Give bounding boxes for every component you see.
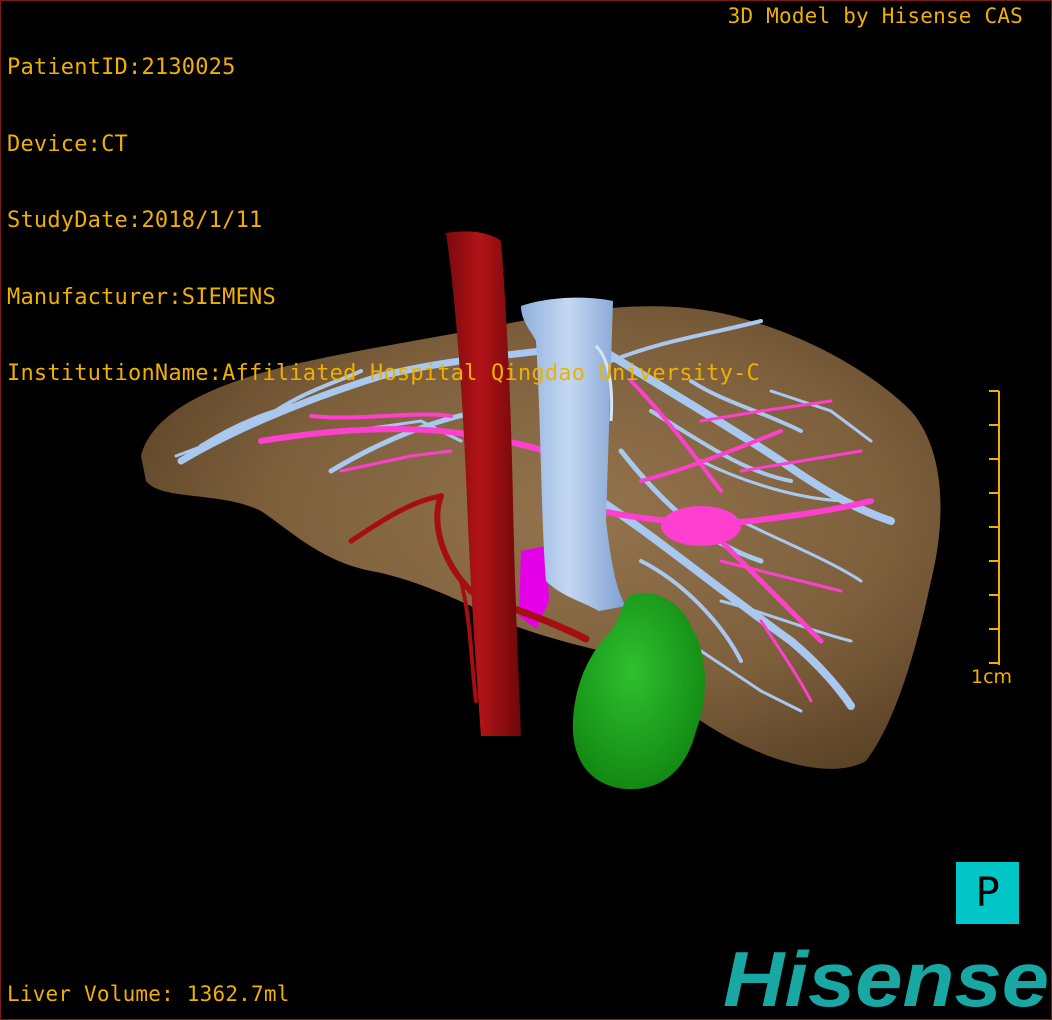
3d-viewport[interactable]: PatientID:2130025 Device:CT StudyDate:20… xyxy=(0,0,1052,1020)
institution-name: InstitutionName:Affiliated Hospital Qing… xyxy=(7,361,760,386)
model-credit: 3D Model by Hisense CAS xyxy=(727,4,1023,28)
orientation-indicator[interactable]: P xyxy=(956,862,1019,924)
liver-volume: Liver Volume: 1362.7ml xyxy=(7,981,290,1006)
svg-text:Hisense: Hisense xyxy=(723,936,1049,1016)
dicom-info: PatientID:2130025 Device:CT StudyDate:20… xyxy=(7,4,760,438)
scale-bar xyxy=(989,390,1000,665)
device: Device:CT xyxy=(7,131,129,157)
patient-id: PatientID:2130025 xyxy=(7,55,236,80)
hisense-logo: Hisense xyxy=(723,936,1049,1016)
study-date: StudyDate:2018/1/11 xyxy=(7,208,263,233)
scale-label: 1cm xyxy=(971,666,1013,688)
portal-vein-confluence xyxy=(661,506,741,546)
manufacturer: Manufacturer:SIEMENS xyxy=(7,284,276,310)
